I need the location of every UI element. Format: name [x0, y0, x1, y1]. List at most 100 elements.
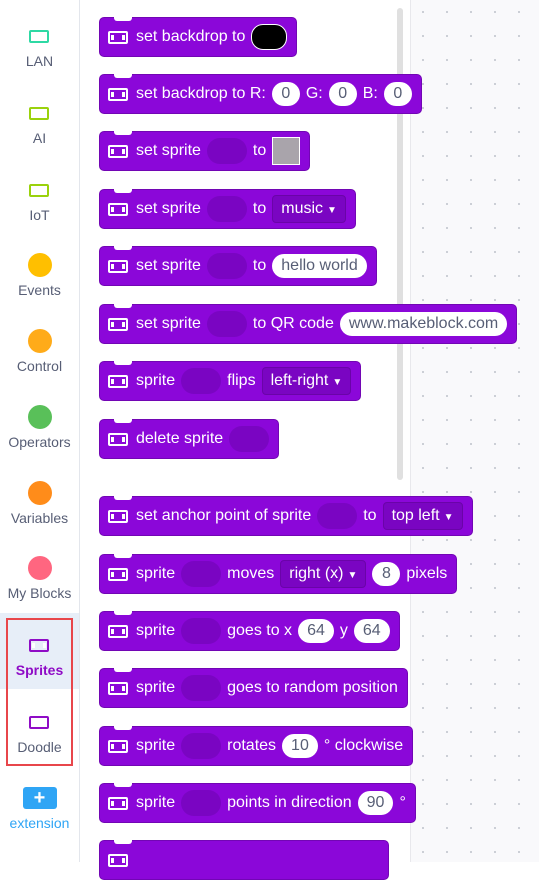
sprite-slot[interactable] [206, 138, 247, 164]
sprite-icon [108, 796, 128, 810]
anchor-dropdown[interactable]: top left ▼ [382, 502, 463, 530]
category-my-blocks[interactable]: My Blocks [0, 536, 79, 612]
url-input[interactable]: www.makeblock.com [339, 312, 508, 336]
block-text: points in direction [227, 794, 352, 811]
sprite-icon [108, 853, 128, 867]
block-sprite-moves[interactable]: sprite moves right (x) ▼ 8 pixels [99, 554, 458, 594]
category-variables[interactable]: Variables [0, 461, 79, 537]
block-delete-sprite[interactable]: delete sprite [99, 419, 280, 459]
block-text: sprite [136, 565, 176, 582]
plus-icon: + [22, 787, 57, 809]
icon-dropdown[interactable]: music ▼ [272, 195, 346, 223]
category-ai[interactable]: AI [0, 81, 79, 157]
block-text: set sprite [136, 200, 201, 217]
block-text: delete sprite [136, 430, 224, 447]
block-text: rotates [227, 737, 277, 754]
color-picker[interactable] [251, 24, 288, 50]
block-sprite-rotates[interactable]: sprite rotates 10 ° clockwise [99, 726, 414, 766]
sprite-slot[interactable] [317, 503, 358, 529]
block-text: goes to random position [227, 679, 398, 696]
block-text: flips [227, 372, 256, 389]
y-label: y [339, 622, 348, 639]
sprite-slot[interactable] [181, 790, 222, 816]
block-text: sprite [136, 737, 176, 754]
block-text: to QR code [252, 315, 334, 332]
sprite-slot[interactable] [181, 733, 222, 759]
degrees-input[interactable]: 10 [282, 734, 318, 758]
block-text: set sprite [136, 315, 201, 332]
sprite-icon [108, 739, 128, 753]
block-set-sprite-icon[interactable]: set sprite to music ▼ [99, 189, 356, 229]
sprite-slot[interactable] [181, 368, 222, 394]
sprite-icon [108, 30, 128, 44]
sprite-icon [108, 509, 128, 523]
sprite-icon [108, 374, 128, 388]
block-set-anchor-point[interactable]: set anchor point of sprite to top left ▼ [99, 496, 473, 536]
sprite-icon [28, 183, 49, 197]
category-lan[interactable]: LAN [0, 4, 79, 80]
block-text: sprite [136, 794, 176, 811]
block-text: to [252, 200, 267, 217]
category-events[interactable]: Events [0, 233, 79, 309]
sprite-icon [108, 432, 128, 446]
block-partial[interactable] [99, 840, 389, 880]
direction-input[interactable]: 90 [357, 791, 394, 815]
sprite-icon [28, 638, 49, 652]
text-input[interactable]: hello world [272, 254, 367, 278]
block-set-backdrop-color[interactable]: set backdrop to [99, 17, 298, 57]
category-label: IoT [29, 207, 50, 223]
category-control[interactable]: Control [0, 309, 79, 385]
sprite-icon [108, 144, 128, 158]
category-iot[interactable]: IoT [0, 158, 79, 234]
sprite-slot[interactable] [181, 675, 222, 701]
category-doodle[interactable]: Doodle [0, 690, 79, 766]
g-input[interactable]: 0 [328, 82, 357, 106]
sprite-slot[interactable] [206, 311, 247, 337]
category-label: Variables [10, 510, 69, 526]
sprite-icon [108, 624, 128, 638]
control-circle-icon [27, 329, 52, 353]
sprite-icon [108, 259, 128, 273]
caret-down-icon: ▼ [347, 570, 358, 581]
flip-dropdown[interactable]: left-right ▼ [261, 367, 352, 395]
x-input[interactable]: 64 [298, 619, 334, 643]
caret-down-icon: ▼ [327, 205, 337, 216]
y-input[interactable]: 64 [353, 619, 390, 643]
block-sprite-points-direction[interactable]: sprite points in direction 90 ° [99, 783, 416, 823]
category-label: Sprites [15, 662, 64, 678]
r-input[interactable]: 0 [271, 82, 300, 106]
category-sprites[interactable]: Sprites [0, 613, 79, 689]
color-picker[interactable] [272, 137, 301, 165]
category-operators[interactable]: Operators [0, 385, 79, 461]
category-label: Control [16, 358, 63, 374]
sprite-slot[interactable] [206, 253, 247, 279]
block-set-sprite-qr[interactable]: set sprite to QR code www.makeblock.com [99, 304, 518, 344]
sprite-icon [108, 681, 128, 695]
sprite-slot[interactable] [206, 196, 247, 222]
extension-button[interactable]: + extension [0, 766, 79, 842]
sprite-slot[interactable] [181, 618, 222, 644]
direction-dropdown[interactable]: right (x) ▼ [280, 560, 367, 588]
pixels-input[interactable]: 8 [372, 562, 401, 586]
block-text: sprite [136, 679, 176, 696]
sprite-slot[interactable] [181, 561, 222, 587]
sprite-icon [28, 29, 49, 43]
block-set-sprite-text[interactable]: set sprite to hello world [99, 246, 377, 286]
sprite-icon [108, 567, 128, 581]
events-circle-icon [27, 253, 52, 277]
block-text: set sprite [136, 257, 201, 274]
b-input[interactable]: 0 [383, 82, 412, 106]
block-text: goes to x [227, 622, 293, 639]
sprite-slot[interactable] [229, 426, 270, 452]
category-label: Events [18, 282, 61, 298]
block-text: sprite [136, 372, 176, 389]
block-sprite-goes-to-xy[interactable]: sprite goes to x 64 y 64 [99, 611, 400, 651]
block-sprite-flips[interactable]: sprite flips left-right ▼ [99, 361, 362, 401]
block-set-backdrop-rgb[interactable]: set backdrop to R: 0 G: 0 B: 0 [99, 74, 422, 114]
category-label: Operators [8, 434, 71, 450]
block-set-sprite-color[interactable]: set sprite to [99, 131, 311, 171]
caret-down-icon: ▼ [332, 377, 343, 388]
block-sprite-random-position[interactable]: sprite goes to random position [99, 668, 408, 708]
script-area[interactable] [410, 0, 539, 862]
block-text: ° clockwise [323, 737, 404, 754]
